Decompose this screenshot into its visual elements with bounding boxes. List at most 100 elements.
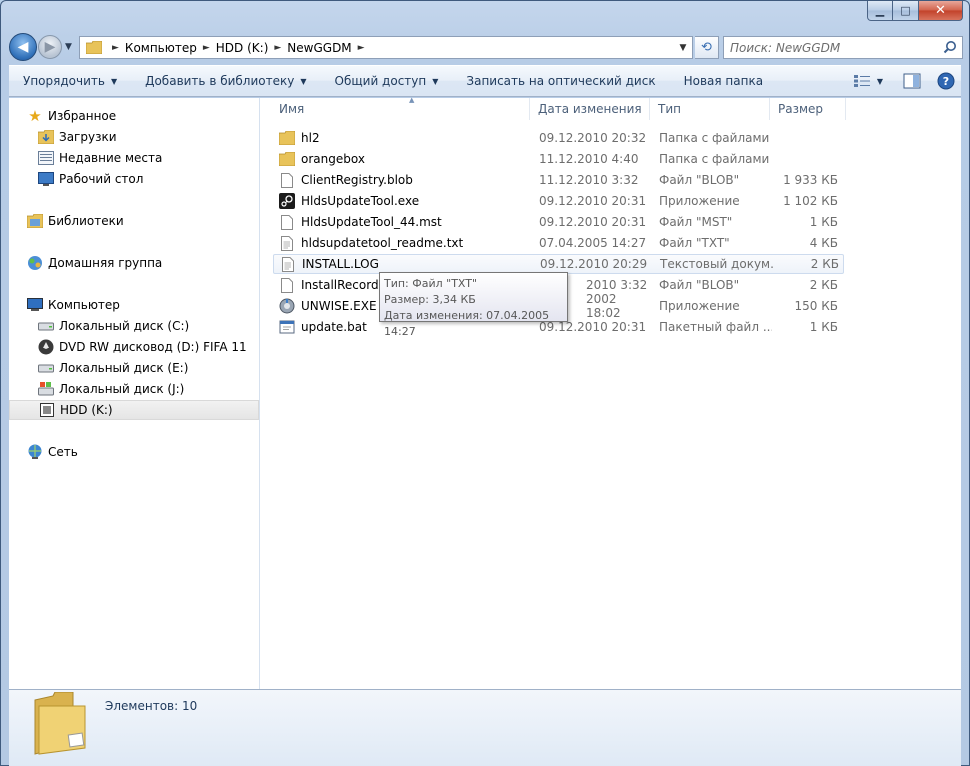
folder-icon xyxy=(279,130,295,146)
refresh-button[interactable]: ⟲ xyxy=(695,36,719,59)
file-row[interactable]: HldsUpdateTool_44.mst 09.12.2010 20:31 Фа… xyxy=(273,212,842,232)
nav-network[interactable]: Сеть xyxy=(27,442,78,462)
nav-desktop[interactable]: Рабочий стол xyxy=(38,169,143,189)
navigation-pane: ★ Избранное Загрузки Недавние места Рабоч… xyxy=(9,98,260,689)
nav-drive-e[interactable]: Локальный диск (E:) xyxy=(38,358,188,378)
chevron-down-icon: ▼ xyxy=(110,76,118,86)
sort-ascending-icon: ▲ xyxy=(409,96,415,104)
dvd-drive-icon xyxy=(38,339,54,355)
column-headers: ▲ Имя Дата изменения Тип Размер xyxy=(271,96,846,120)
nav-drive-j[interactable]: Локальный диск (J:) xyxy=(38,379,184,399)
setup-icon xyxy=(279,298,295,314)
maximize-icon: □ xyxy=(900,4,911,17)
file-icon xyxy=(279,277,295,293)
steam-icon xyxy=(279,193,295,209)
chevron-down-icon: ▼ xyxy=(679,42,687,53)
folder-icon xyxy=(279,151,295,167)
svg-text:?: ? xyxy=(943,75,949,88)
add-to-library-button[interactable]: Добавить в библиотеку ▼ xyxy=(131,66,320,96)
removable-drive-icon xyxy=(39,402,55,418)
homegroup-icon xyxy=(27,255,43,271)
network-icon xyxy=(27,444,43,460)
caption-buttons: ▁ □ ✕ xyxy=(867,1,963,21)
star-icon: ★ xyxy=(28,107,42,125)
address-bar[interactable]: ► Компьютер ► HDD (K:) ► NewGGDM ► ▼ xyxy=(79,36,693,59)
breadcrumb-separator[interactable]: ► xyxy=(106,43,125,53)
column-header-name[interactable]: Имя xyxy=(271,98,530,120)
minimize-icon: ▁ xyxy=(875,4,885,17)
recent-pages-dropdown[interactable]: ▼ xyxy=(65,42,72,52)
tooltip-size: Размер: 3,34 КБ xyxy=(384,293,476,306)
forward-button[interactable]: ▶ xyxy=(38,35,62,59)
file-row[interactable]: hl2 09.12.2010 20:32 Папка с файлами xyxy=(273,128,842,148)
libraries-icon xyxy=(27,213,43,229)
text-file-icon xyxy=(280,256,296,272)
file-icon xyxy=(279,214,295,230)
folder-icon xyxy=(86,41,102,54)
burn-button[interactable]: Записать на оптический диск xyxy=(452,66,669,96)
file-row[interactable]: hldsupdatetool_readme.txt 07.04.2005 14:… xyxy=(273,233,842,253)
new-folder-button[interactable]: Новая папка xyxy=(670,66,777,96)
navigation-bar: ◀ ▶ ▼ ► Компьютер ► HDD (K:) ► NewGGDM ► ▼ … xyxy=(9,33,963,61)
help-icon[interactable]: ? xyxy=(937,72,955,90)
batch-file-icon xyxy=(279,319,295,335)
share-button[interactable]: Общий доступ ▼ xyxy=(321,66,453,96)
file-row[interactable]: HldsUpdateTool.exe 09.12.2010 20:31 Прило… xyxy=(273,191,842,211)
nav-homegroup[interactable]: Домашняя группа xyxy=(27,253,162,273)
file-row[interactable]: orangebox 11.12.2010 4:40 Папка с файлами xyxy=(273,149,842,169)
system-drive-icon xyxy=(38,381,54,397)
file-row[interactable]: ClientRegistry.blob 11.12.2010 3:32 Файл … xyxy=(273,170,842,190)
nav-downloads[interactable]: Загрузки xyxy=(38,127,117,147)
search-icon xyxy=(943,41,956,54)
tooltip-type: Тип: Файл "TXT" xyxy=(384,277,478,290)
arrow-right-icon: ▶ xyxy=(44,39,56,55)
minimize-button[interactable]: ▁ xyxy=(867,1,893,21)
refresh-icon: ⟲ xyxy=(701,40,712,55)
command-bar: Упорядочить ▼ Добавить в библиотеку ▼ Общи… xyxy=(9,65,961,97)
close-icon: ✕ xyxy=(935,3,946,18)
search-input[interactable]: Поиск: NewGGDM xyxy=(723,36,963,59)
hard-drive-icon xyxy=(38,360,54,376)
desktop-icon xyxy=(38,171,54,187)
recent-places-icon xyxy=(38,150,54,166)
file-row-hovered[interactable]: INSTALL.LOG 09.12.2010 20:29 Текстовый до… xyxy=(273,254,844,274)
file-info-tooltip: Тип: Файл "TXT" Размер: 3,34 КБ Дата изм… xyxy=(379,272,568,338)
breadcrumb-computer[interactable]: Компьютер ► xyxy=(125,41,216,55)
file-list-pane: ▲ Имя Дата изменения Тип Размер hl2 09.1… xyxy=(261,96,961,689)
item-count: Элементов: 10 xyxy=(105,699,198,713)
nav-drive-c[interactable]: Локальный диск (C:) xyxy=(38,316,189,336)
address-history-dropdown[interactable]: ▼ xyxy=(674,37,692,58)
breadcrumb-hdd-k[interactable]: HDD (K:) ► xyxy=(216,41,288,55)
column-header-type[interactable]: Тип xyxy=(650,98,770,120)
chevron-down-icon: ▼ xyxy=(300,76,307,86)
text-file-icon xyxy=(279,235,295,251)
nav-drive-k[interactable]: HDD (K:) xyxy=(9,400,259,420)
nav-computer[interactable]: Компьютер xyxy=(27,295,120,315)
arrow-left-icon: ◀ xyxy=(17,39,29,55)
hard-drive-icon xyxy=(38,318,54,334)
view-options-dropdown[interactable]: ▼ xyxy=(877,77,883,86)
downloads-folder-icon xyxy=(38,129,54,145)
back-button[interactable]: ◀ xyxy=(9,33,37,61)
search-placeholder: Поиск: NewGGDM xyxy=(730,40,841,55)
view-controls: ▼ ? xyxy=(853,72,955,90)
view-details-icon[interactable] xyxy=(853,74,871,88)
preview-pane-icon[interactable] xyxy=(903,73,921,89)
chevron-down-icon: ▼ xyxy=(432,76,439,86)
column-header-date[interactable]: Дата изменения xyxy=(530,98,650,120)
column-header-size[interactable]: Размер xyxy=(770,98,846,120)
explorer-body: ★ Избранное Загрузки Недавние места Рабоч… xyxy=(9,96,961,689)
computer-icon xyxy=(27,297,43,313)
file-icon xyxy=(279,172,295,188)
details-pane: Элементов: 10 xyxy=(9,689,961,766)
tooltip-modified: Дата изменения: 07.04.2005 14:27 xyxy=(384,309,550,338)
organize-button[interactable]: Упорядочить ▼ xyxy=(9,66,131,96)
maximize-button[interactable]: □ xyxy=(893,1,919,21)
breadcrumb-newggdm[interactable]: NewGGDM ► xyxy=(287,41,370,55)
close-button[interactable]: ✕ xyxy=(919,1,963,21)
large-folder-icon xyxy=(34,692,86,755)
nav-favorites[interactable]: ★ Избранное xyxy=(27,106,116,126)
nav-recent-places[interactable]: Недавние места xyxy=(38,148,162,168)
nav-libraries[interactable]: Библиотеки xyxy=(27,211,124,231)
nav-drive-d[interactable]: DVD RW дисковод (D:) FIFA 11 xyxy=(38,337,247,357)
